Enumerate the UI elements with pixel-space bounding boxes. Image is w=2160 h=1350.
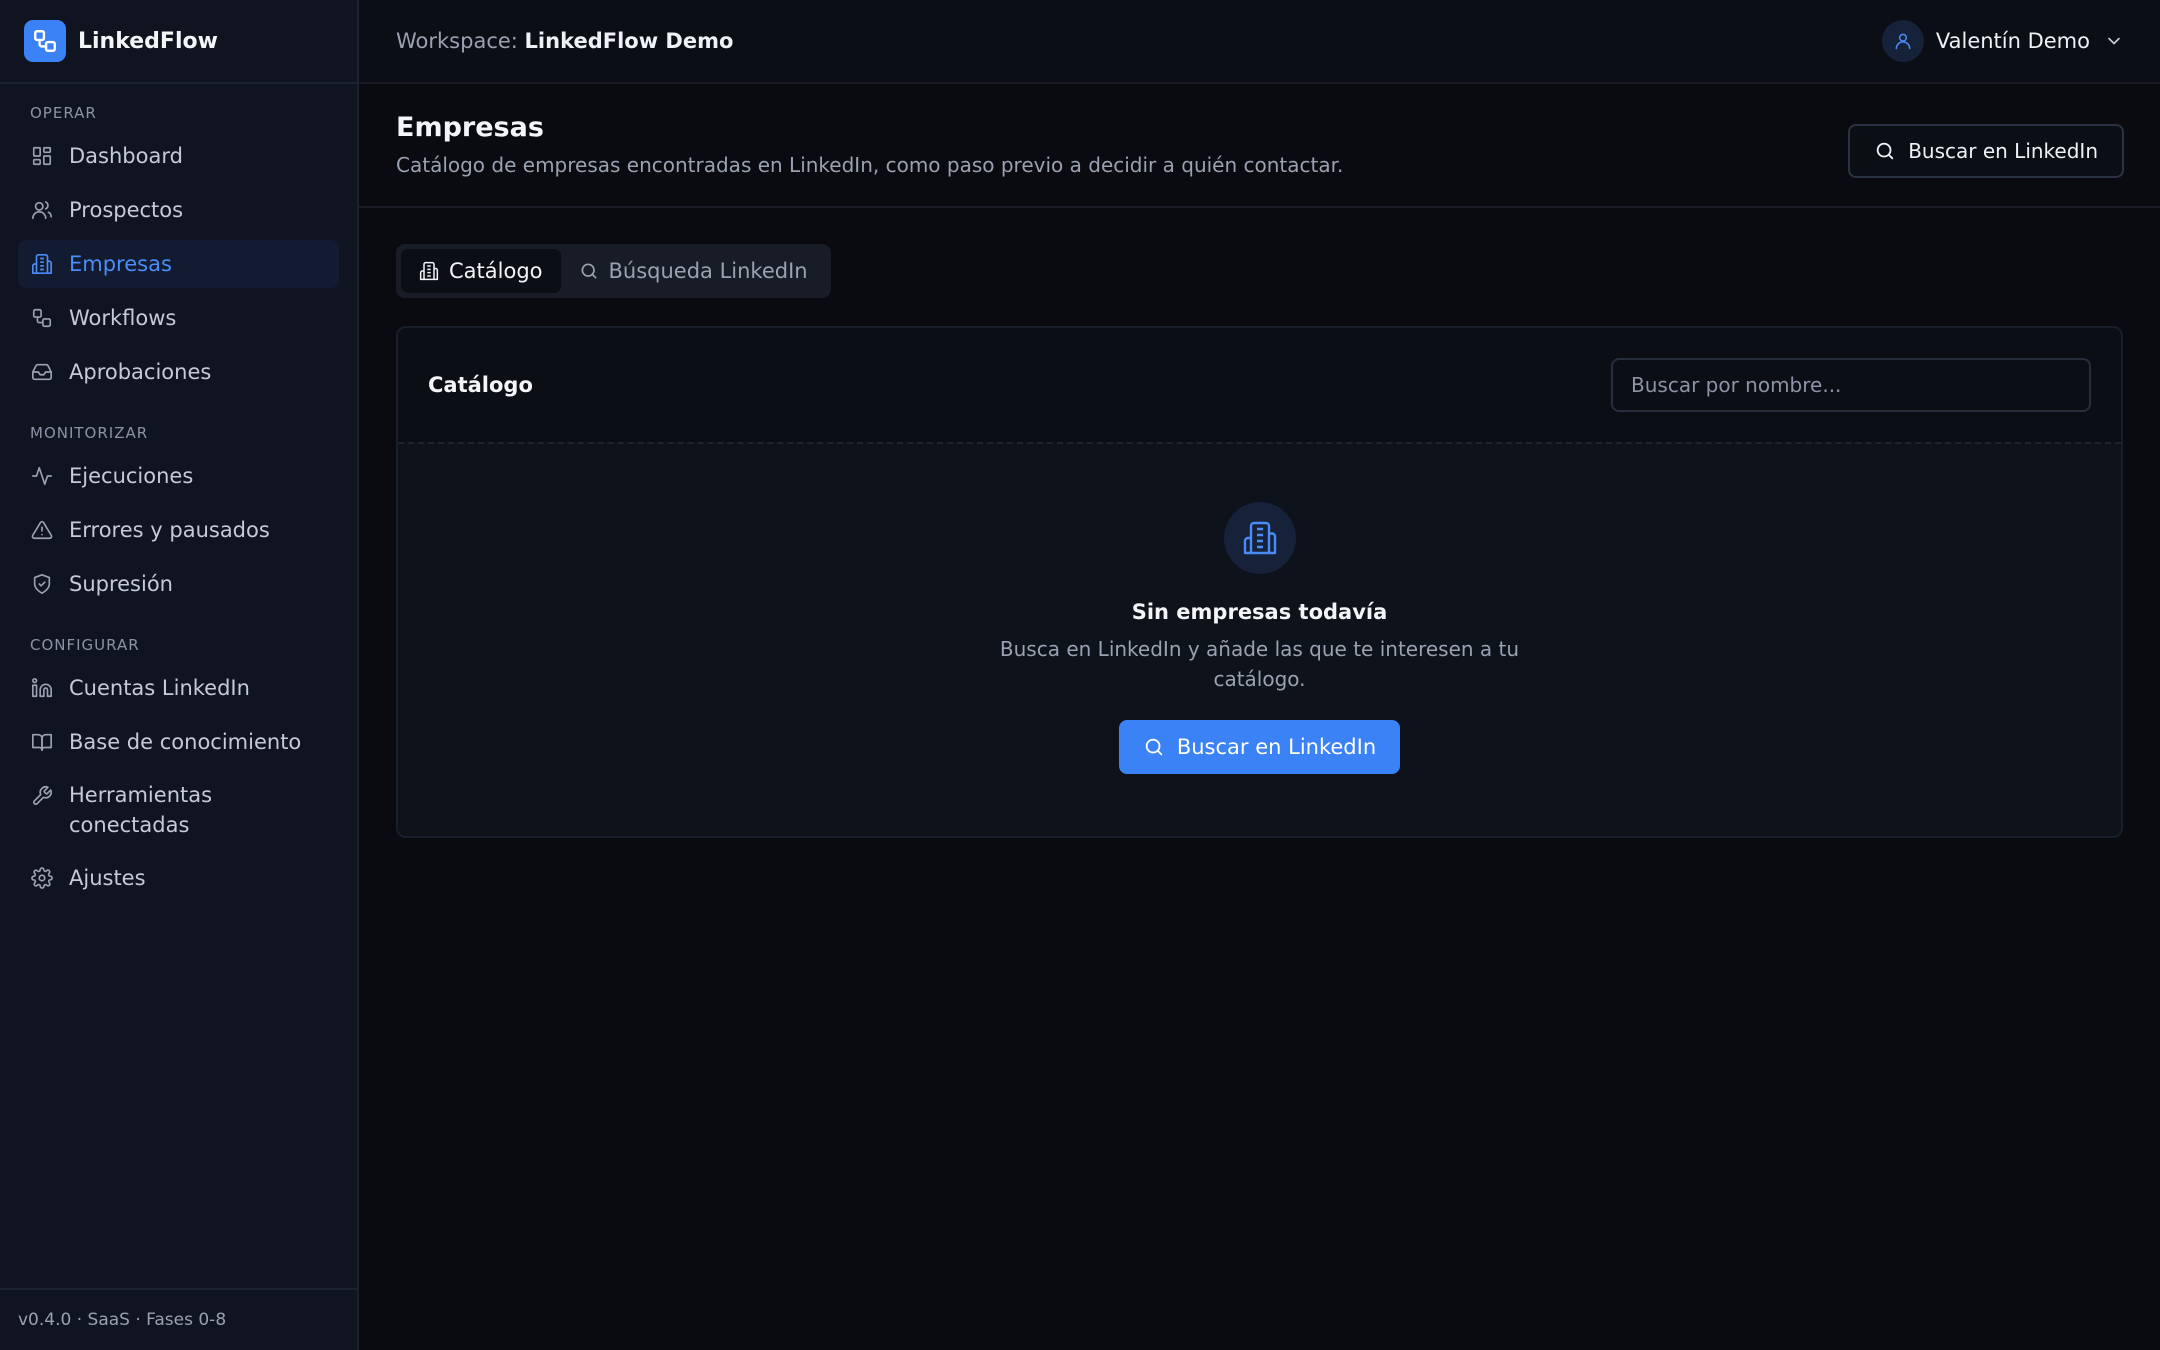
workspace-indicator: Workspace: LinkedFlow Demo xyxy=(396,29,733,53)
chevron-down-icon xyxy=(2108,37,2120,45)
sidebar-item-label: Workflows xyxy=(69,306,177,330)
warning-icon xyxy=(30,518,54,542)
section-label-monitorizar: MONITORIZAR xyxy=(30,424,149,442)
brand[interactable]: LinkedFlow xyxy=(0,0,357,84)
avatar xyxy=(1881,20,1924,62)
building-icon xyxy=(419,261,439,281)
user-name: Valentín Demo xyxy=(1935,29,2090,53)
sidebar-nav: OPERAR Dashboard Prospectos Empresas Wor… xyxy=(0,84,357,1288)
sidebar-item-label: Dashboard xyxy=(69,144,183,168)
sidebar-item-ejecuciones[interactable]: Ejecuciones xyxy=(18,452,339,500)
tab-list: Catálogo Búsqueda LinkedIn xyxy=(396,244,831,298)
card-title: Catálogo xyxy=(428,373,533,397)
sidebar-item-supresion[interactable]: Supresión xyxy=(18,560,339,608)
search-linkedin-label: Buscar en LinkedIn xyxy=(1176,735,1377,759)
dashboard-icon xyxy=(30,144,54,168)
search-input[interactable] xyxy=(1611,358,2091,412)
tab-label: Búsqueda LinkedIn xyxy=(608,259,808,283)
workflow-icon xyxy=(30,306,54,330)
user-icon xyxy=(1895,33,1911,50)
shield-icon xyxy=(30,572,54,596)
sidebar-item-dashboard[interactable]: Dashboard xyxy=(18,132,339,180)
card-header: Catálogo xyxy=(398,328,2121,442)
workspace-name: LinkedFlow Demo xyxy=(524,29,734,53)
content: Catálogo Búsqueda LinkedIn Catálogo Busc… xyxy=(359,208,2160,838)
topbar: Workspace: LinkedFlow Demo Valentín Demo xyxy=(359,0,2160,84)
sidebar-item-aprobaciones[interactable]: Aprobaciones xyxy=(18,348,339,396)
sidebar-item-label: Empresas xyxy=(69,252,172,276)
sidebar-item-label: Base de conocimiento xyxy=(69,730,302,754)
sidebar: LinkedFlow OPERAR Dashboard Prospectos E… xyxy=(0,0,359,1350)
sidebar-item-cuentas-linkedin[interactable]: Cuentas LinkedIn xyxy=(18,664,339,712)
building-icon xyxy=(30,252,54,276)
sidebar-item-label: Supresión xyxy=(69,572,173,596)
empty-state-text: Busca en LinkedIn y añade las que te int… xyxy=(999,637,1520,691)
logo-icon xyxy=(24,20,66,62)
sidebar-item-label: Errores y pausados xyxy=(69,518,270,542)
sidebar-item-herramientas[interactable]: Herramientas conectadas xyxy=(18,772,339,848)
empty-state: Sin empresas todavía Busca en LinkedIn y… xyxy=(398,442,2121,836)
sidebar-item-label: Aprobaciones xyxy=(69,360,212,384)
workspace-label: Workspace: xyxy=(396,29,518,53)
sidebar-item-label: Ajustes xyxy=(69,866,146,890)
sidebar-item-label: Prospectos xyxy=(69,198,184,222)
tab-busqueda-linkedin[interactable]: Búsqueda LinkedIn xyxy=(561,249,826,293)
activity-icon xyxy=(30,464,54,488)
search-linkedin-header-label: Buscar en LinkedIn xyxy=(1908,139,2098,163)
user-menu[interactable]: Valentín Demo xyxy=(1881,20,2124,62)
sidebar-item-base-conocimiento[interactable]: Base de conocimiento xyxy=(18,718,339,766)
page-subtitle: Catálogo de empresas encontradas en Link… xyxy=(396,153,1344,177)
sidebar-item-prospectos[interactable]: Prospectos xyxy=(18,186,339,234)
section-label-configurar: CONFIGURAR xyxy=(30,636,140,654)
search-linkedin-header-button[interactable]: Buscar en LinkedIn xyxy=(1848,124,2124,178)
sidebar-item-label: Cuentas LinkedIn xyxy=(69,676,250,700)
search-icon xyxy=(1874,140,1896,162)
app-root: LinkedFlow OPERAR Dashboard Prospectos E… xyxy=(0,0,2160,1350)
search-linkedin-button[interactable]: Buscar en LinkedIn xyxy=(1118,720,1401,774)
building-icon xyxy=(1223,502,1296,574)
book-icon xyxy=(30,730,54,754)
search-icon xyxy=(1143,736,1165,758)
sidebar-item-workflows[interactable]: Workflows xyxy=(18,294,339,342)
search-icon xyxy=(579,261,599,281)
empty-state-title: Sin empresas todavía xyxy=(1131,600,1388,624)
tab-catalogo[interactable]: Catálogo xyxy=(401,249,561,293)
main-area: Workspace: LinkedFlow Demo Valentín Demo… xyxy=(359,0,2160,1350)
catalog-card: Catálogo Sin empresas todavía Busca en L… xyxy=(396,326,2123,838)
sidebar-item-label: Ejecuciones xyxy=(69,464,194,488)
wrench-icon xyxy=(30,784,54,808)
linkedin-icon xyxy=(30,676,54,700)
sidebar-item-empresas[interactable]: Empresas xyxy=(18,240,339,288)
inbox-icon xyxy=(30,360,54,384)
page-header: Empresas Catálogo de empresas encontrada… xyxy=(359,84,2160,208)
brand-name: LinkedFlow xyxy=(78,28,218,54)
users-icon xyxy=(30,198,54,222)
sidebar-item-label: Herramientas conectadas xyxy=(69,783,213,837)
version-footer: v0.4.0 · SaaS · Fases 0-8 xyxy=(0,1288,357,1350)
section-label-operar: OPERAR xyxy=(30,104,97,122)
tab-label: Catálogo xyxy=(449,259,543,283)
sidebar-item-ajustes[interactable]: Ajustes xyxy=(18,854,339,902)
gear-icon xyxy=(30,866,54,890)
page-title: Empresas xyxy=(396,112,544,143)
sidebar-item-errores[interactable]: Errores y pausados xyxy=(18,506,339,554)
